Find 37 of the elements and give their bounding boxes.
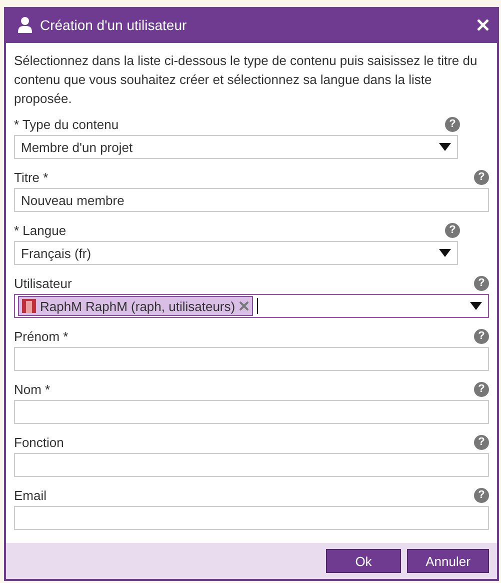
avatar-icon xyxy=(22,299,36,313)
help-icon[interactable]: ? xyxy=(474,276,489,290)
help-icon[interactable]: ? xyxy=(474,488,489,502)
dropdown-arrow-icon[interactable] xyxy=(470,302,482,310)
ok-button[interactable]: Ok xyxy=(326,549,401,573)
help-icon[interactable]: ? xyxy=(474,328,489,344)
help-icon[interactable]: ? xyxy=(474,170,489,184)
cancel-button[interactable]: Annuler xyxy=(407,549,489,573)
text-cursor xyxy=(257,298,258,314)
remove-icon[interactable] xyxy=(239,301,250,311)
field-label: Email xyxy=(14,488,47,502)
user-icon xyxy=(18,17,32,33)
dropdown-field[interactable]: Membre d'un projet xyxy=(14,135,458,159)
help-icon[interactable]: ? xyxy=(474,382,489,396)
field-label: Prénom * xyxy=(14,328,68,344)
field-label: Utilisateur xyxy=(14,276,72,290)
help-icon[interactable]: ? xyxy=(445,222,460,238)
help-icon[interactable]: ? xyxy=(445,116,460,132)
instructions-text: Sélectionnez dans la liste ci-dessous le type de contenu puis saisissez le titre du contenu que vous souhaitez créer et sélectionnez sa langue dans la liste proposée. xyxy=(14,52,478,108)
input-field[interactable] xyxy=(14,453,489,477)
dropdown-field[interactable]: Français (fr) xyxy=(14,241,458,265)
dropdown-arrow-icon[interactable] xyxy=(439,143,451,151)
field-label: Fonction xyxy=(14,434,64,450)
input-field[interactable] xyxy=(14,347,489,371)
field-label: * Langue xyxy=(14,222,66,238)
window-title: Création d'un utilisateur xyxy=(40,17,188,33)
input-field[interactable] xyxy=(14,506,489,530)
input-field[interactable]: Nouveau membre xyxy=(14,188,489,212)
user-tag[interactable]: RaphM RaphM (raph, utilisateurs) xyxy=(18,296,254,316)
field-label: * Type du contenu xyxy=(14,116,119,132)
field-label: Titre * xyxy=(14,170,48,184)
field-label: Nom * xyxy=(14,382,50,396)
input-field[interactable] xyxy=(14,400,489,424)
close-icon[interactable] xyxy=(477,19,489,31)
tag-input-field[interactable]: RaphM RaphM (raph, utilisateurs) xyxy=(14,294,489,318)
dropdown-arrow-icon[interactable] xyxy=(439,249,451,257)
help-icon[interactable]: ? xyxy=(474,434,489,450)
